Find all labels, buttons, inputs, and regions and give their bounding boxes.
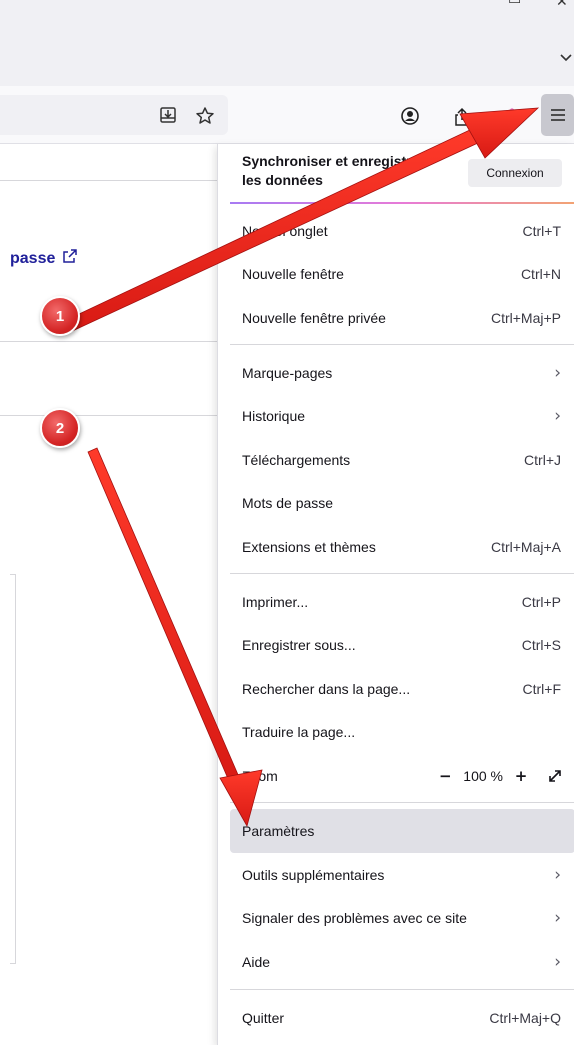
external-link-icon — [63, 249, 78, 268]
menu-item-bookmarks[interactable]: Marque-pages › — [230, 353, 574, 393]
menu-item-quit[interactable]: Quitter Ctrl+Maj+Q — [230, 998, 574, 1038]
shortcut-label: Ctrl+P — [521, 594, 561, 610]
menu-item-label: Téléchargements — [242, 452, 351, 468]
sync-title: Synchroniser et enregistrer les données — [242, 153, 425, 188]
url-bar[interactable] — [0, 95, 228, 135]
menu-item-label: Mots de passe — [242, 495, 334, 511]
shortcut-label: Ctrl+Maj+P — [490, 310, 561, 326]
menu-item-downloads[interactable]: Téléchargements Ctrl+J — [230, 440, 574, 480]
menu-item-label: Zoom — [242, 768, 278, 784]
menu-item-new-tab[interactable]: Nouvel onglet Ctrl+T — [230, 211, 574, 251]
menu-item-label: Rechercher dans la page... — [242, 681, 411, 697]
menu-item-label: Nouvelle fenêtre privée — [242, 310, 386, 326]
chevron-right-icon: › — [554, 865, 561, 885]
passwords-link[interactable]: passe — [10, 249, 78, 268]
menu-item-zoom: Zoom − 100 % + — [230, 756, 574, 796]
shortcut-label: Ctrl+S — [521, 637, 561, 653]
menu-item-passwords[interactable]: Mots de passe — [230, 483, 574, 523]
shortcut-label: Ctrl+Maj+A — [490, 539, 561, 555]
divider — [0, 341, 217, 342]
menu-item-find-in-page[interactable]: Rechercher dans la page... Ctrl+F — [230, 669, 574, 709]
chevron-right-icon: › — [554, 908, 561, 928]
menu-item-label: Marque-pages — [242, 365, 333, 381]
menu-item-more-tools[interactable]: Outils supplémentaires › — [230, 855, 574, 895]
step-badge-1: 1 — [40, 296, 80, 336]
step-badge-2: 2 — [40, 408, 80, 448]
menu-separator — [230, 573, 574, 574]
divider — [0, 180, 217, 181]
shortcut-label: Ctrl+J — [524, 452, 561, 468]
sync-accent-divider — [230, 202, 574, 204]
menu-item-label: Extensions et thèmes — [242, 539, 376, 555]
tab-strip: ▭ ✕ — [0, 0, 574, 86]
sync-section: Synchroniser et enregistrer les données … — [218, 144, 574, 202]
navigation-toolbar — [0, 86, 574, 144]
menu-item-print[interactable]: Imprimer... Ctrl+P — [230, 582, 574, 622]
menu-item-label: Paramètres — [242, 823, 315, 839]
menu-item-report-site-issue[interactable]: Signaler des problèmes avec ce site › — [230, 898, 574, 938]
passwords-link-label: passe — [10, 249, 56, 267]
shortcut-label: Ctrl+N — [520, 266, 561, 282]
chevron-right-icon: › — [554, 952, 561, 972]
hamburger-menu-icon[interactable] — [541, 94, 574, 136]
zoom-controls: − 100 % + — [433, 764, 565, 788]
menu-item-label: Nouvel onglet — [242, 223, 328, 239]
chevron-right-icon: › — [554, 363, 561, 383]
menu-separator — [230, 802, 574, 803]
menu-item-label: Quitter — [242, 1010, 285, 1026]
minimize-icon[interactable]: ▭ — [508, 0, 521, 8]
shortcut-label: Ctrl+T — [522, 223, 562, 239]
menu-item-label: Outils supplémentaires — [242, 867, 385, 883]
menu-item-new-window[interactable]: Nouvelle fenêtre Ctrl+N — [230, 254, 574, 294]
menu-item-save-as[interactable]: Enregistrer sous... Ctrl+S — [230, 625, 574, 665]
menu-item-label: Imprimer... — [242, 594, 309, 610]
close-icon[interactable]: ✕ — [556, 0, 568, 10]
zoom-in-button[interactable]: + — [509, 764, 533, 788]
account-icon[interactable] — [400, 106, 420, 126]
shortcut-label: Ctrl+F — [522, 681, 562, 697]
menu-item-help[interactable]: Aide › — [230, 942, 574, 982]
fullscreen-icon[interactable] — [545, 766, 565, 786]
content-box — [10, 574, 16, 964]
share-icon[interactable] — [452, 106, 472, 128]
menu-item-label: Signaler des problèmes avec ce site — [242, 910, 467, 926]
menu-separator — [230, 989, 574, 990]
menu-item-label: Traduire la page... — [242, 724, 356, 740]
menu-item-new-private-window[interactable]: Nouvelle fenêtre privée Ctrl+Maj+P — [230, 298, 574, 338]
app-menu-panel: Synchroniser et enregistrer les données … — [217, 144, 574, 1045]
sign-in-button[interactable]: Connexion — [468, 159, 562, 187]
zoom-reset-button[interactable]: 100 % — [463, 768, 503, 784]
save-to-pocket-icon[interactable] — [158, 105, 178, 125]
menu-item-label: Enregistrer sous... — [242, 637, 356, 653]
zoom-out-button[interactable]: − — [433, 764, 457, 788]
menu-item-label: Nouvelle fenêtre — [242, 266, 344, 282]
menu-item-label: Aide — [242, 954, 271, 970]
menu-item-history[interactable]: Historique › — [230, 396, 574, 436]
chevron-down-icon[interactable] — [558, 48, 574, 68]
bookmark-star-icon[interactable] — [194, 105, 216, 127]
shortcut-label: Ctrl+Maj+Q — [489, 1010, 561, 1026]
menu-item-translate[interactable]: Traduire la page... — [230, 712, 574, 752]
extension-icon[interactable] — [500, 104, 524, 128]
divider — [0, 415, 217, 416]
menu-item-label: Historique — [242, 408, 306, 424]
menu-separator — [230, 344, 574, 345]
menu-item-settings[interactable]: Paramètres — [230, 809, 574, 853]
chevron-right-icon: › — [554, 406, 561, 426]
menu-item-addons[interactable]: Extensions et thèmes Ctrl+Maj+A — [230, 527, 574, 567]
